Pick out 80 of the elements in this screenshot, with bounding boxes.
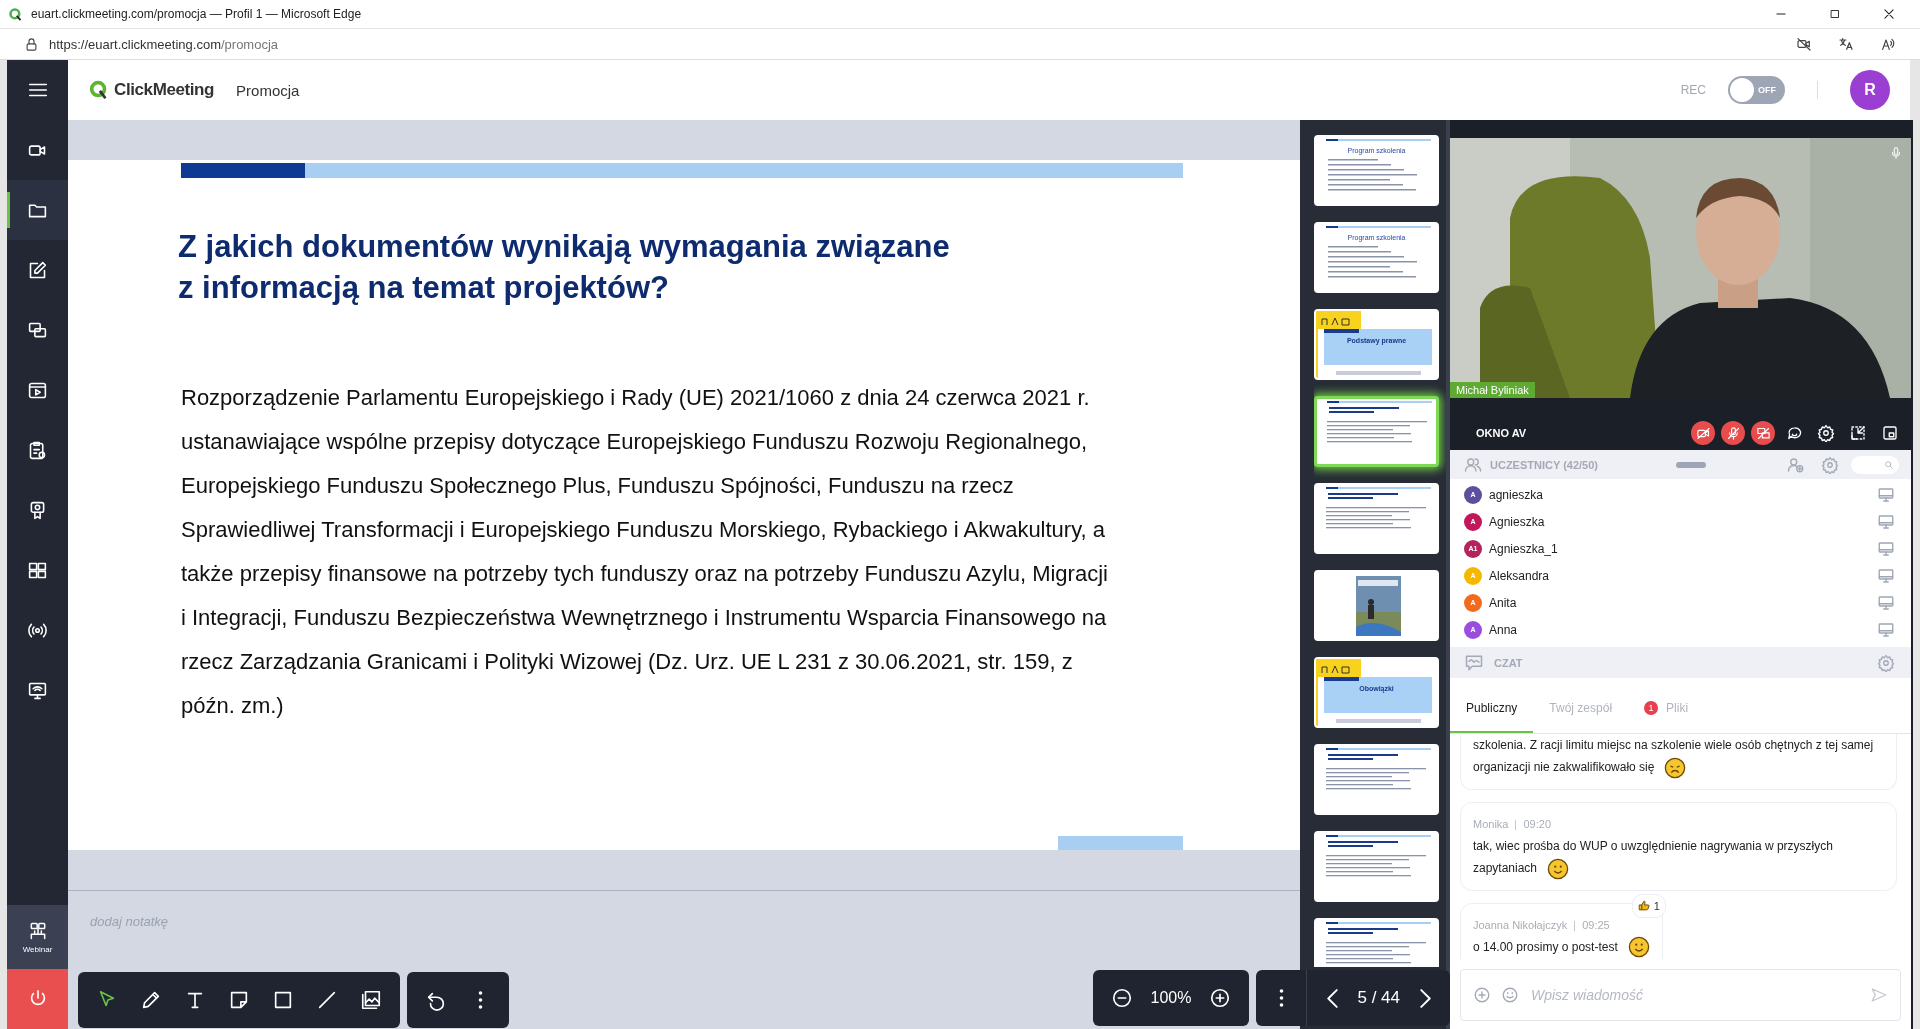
message-text: o 14.00 prosimy o post-test bbox=[1473, 935, 1650, 959]
chevron-right-icon bbox=[1419, 988, 1431, 1008]
mic-off-button[interactable] bbox=[1721, 421, 1745, 445]
message-field[interactable]: Wpisz wiadomość bbox=[1460, 969, 1901, 1021]
gear-icon bbox=[1877, 653, 1895, 672]
zoom-out-icon bbox=[1110, 987, 1133, 1009]
rec-label: REC bbox=[1680, 83, 1706, 97]
sidebar-item[interactable] bbox=[7, 180, 68, 240]
slide-thumbnail[interactable] bbox=[1314, 396, 1439, 467]
reaction-badge[interactable]: 1 bbox=[1631, 893, 1666, 918]
brand-logo: ClickMeeting bbox=[88, 79, 215, 101]
window-close-icon bbox=[1882, 7, 1896, 21]
user-add-icon bbox=[1787, 455, 1805, 474]
participant-name-tag: Michał Byliniak bbox=[1450, 382, 1535, 398]
desktop-icon bbox=[1877, 485, 1895, 504]
av-window-title: OKNO AV bbox=[1476, 427, 1528, 439]
resize-handle[interactable] bbox=[1675, 461, 1706, 468]
gear-icon bbox=[1821, 455, 1839, 474]
desktop-icon bbox=[1877, 593, 1895, 612]
smiley-icon bbox=[1547, 857, 1570, 880]
participant-name: Agnieszka_1 bbox=[1489, 541, 1559, 556]
search-icon bbox=[1884, 459, 1894, 470]
chat-tab[interactable]: Publiczny bbox=[1450, 684, 1534, 733]
chat-tab[interactable]: 1 Pliki bbox=[1628, 684, 1705, 733]
lock-icon bbox=[24, 36, 39, 52]
minimize-icon bbox=[1849, 424, 1867, 442]
camera-blocked-icon bbox=[1796, 36, 1812, 52]
translate-icon bbox=[1838, 36, 1854, 52]
window-title: euart.clickmeeting.com/promocja — Profil 1 — Microsoft Edge bbox=[31, 7, 363, 21]
slide-title: Z jakich dokumentów wynikają wymagania związane z informacją na temat projektów? bbox=[178, 227, 951, 307]
message-meta: Monika 09:20 bbox=[1473, 816, 1552, 832]
mic-off-icon bbox=[1725, 425, 1741, 441]
participants-title: UCZESTNICY (42/50) bbox=[1490, 458, 1598, 471]
message-text: tak, wiec prośba do WUP o uwzględnienie nagrywania w przyszłych zapytaniach bbox=[1473, 834, 1884, 880]
user-avatar[interactable]: R bbox=[1850, 70, 1890, 110]
screen-off-icon bbox=[1755, 425, 1771, 441]
layout-icon bbox=[1881, 424, 1899, 442]
sad-face-icon bbox=[1664, 756, 1687, 779]
camera-off-button[interactable] bbox=[1691, 421, 1715, 445]
image-icon bbox=[360, 988, 382, 1011]
edit-icon bbox=[27, 259, 48, 281]
smiley-icon bbox=[1627, 936, 1650, 959]
clipboard-icon bbox=[27, 439, 48, 461]
window-max-icon bbox=[1829, 8, 1841, 20]
desktop-icon bbox=[1877, 539, 1895, 558]
chat-title: CZAT bbox=[1494, 656, 1524, 669]
send-icon bbox=[1870, 986, 1888, 1004]
page-counter: 5 / 44 bbox=[1357, 988, 1400, 1008]
app-logo-icon bbox=[8, 6, 23, 22]
participant-name: agnieszka bbox=[1489, 487, 1545, 502]
desktop-icon bbox=[1877, 566, 1895, 585]
camera-off-icon bbox=[1695, 425, 1711, 441]
gear-icon bbox=[1817, 424, 1835, 442]
plus-circle-icon bbox=[1473, 986, 1491, 1004]
message-meta: Joanna Nikołajczyk 09:25 bbox=[1473, 917, 1611, 933]
participant-name: Anita bbox=[1489, 595, 1518, 610]
zoom-level: 100% bbox=[1150, 989, 1192, 1007]
more-icon bbox=[477, 990, 483, 1009]
chevron-left-icon bbox=[1326, 988, 1338, 1008]
desktop-icon bbox=[1877, 620, 1895, 639]
screen-share-off-button[interactable] bbox=[1751, 421, 1775, 445]
message-text: szkolenia. Z racji limitu miejsc na szkolenie wiele osób chętnych z tej samej organizacji nie zakwalifikowało się bbox=[1473, 734, 1884, 779]
emoji-icon bbox=[1501, 986, 1519, 1004]
participant-name: Aleksandra bbox=[1489, 568, 1551, 583]
webinar-button[interactable]: Webinar bbox=[7, 905, 68, 969]
note-field[interactable]: dodaj notatkę bbox=[88, 912, 388, 930]
participant-name: Anna bbox=[1489, 622, 1519, 637]
mic-icon bbox=[1889, 146, 1903, 160]
users-icon bbox=[1464, 455, 1482, 474]
thumb-up-icon bbox=[1637, 899, 1651, 913]
desktop-icon bbox=[1877, 512, 1895, 531]
slide-paragraph: Rozporządzenie Parlamentu Europejskiego i Rady (UE) 2021/1060 z dnia 24 czerwca 2021 r. ustanawiające wspólne przepisy dotyczące Europejskiego Funduszu Rozwoju Regionalnego, Europejskiego Funduszu Społecznego Plus, Funduszu Spójności, Funduszu na rzecz Sprawiedliwej Transformacji i Europejskiego Funduszu Morskiego, Rybackiego i Akwakultury, a także przepisy finansowe na potrzeby tych funduszy oraz na potrzeby Funduszu Azylu, Migracji i Integracji, Funduszu Bezpieczeństwa Wewnętrznego i Instrumentu Wsparcia Finansowego na rzecz Zarządzania Granicami i Polityki Wizowej (Dz. Urz. UE L 231 z 30.06.2021, str. 159, z późn. zm.) bbox=[181, 383, 1109, 720]
zoom-in-icon bbox=[1209, 987, 1232, 1009]
search-field[interactable] bbox=[1851, 455, 1899, 474]
count-badge: 1 bbox=[1644, 700, 1659, 715]
participant-name: Agnieszka bbox=[1489, 514, 1546, 529]
event-title: Promocja bbox=[236, 81, 300, 99]
more-icon bbox=[1278, 989, 1284, 1007]
chat-bubble-icon bbox=[1785, 424, 1803, 442]
read-aloud-icon bbox=[1880, 36, 1896, 52]
